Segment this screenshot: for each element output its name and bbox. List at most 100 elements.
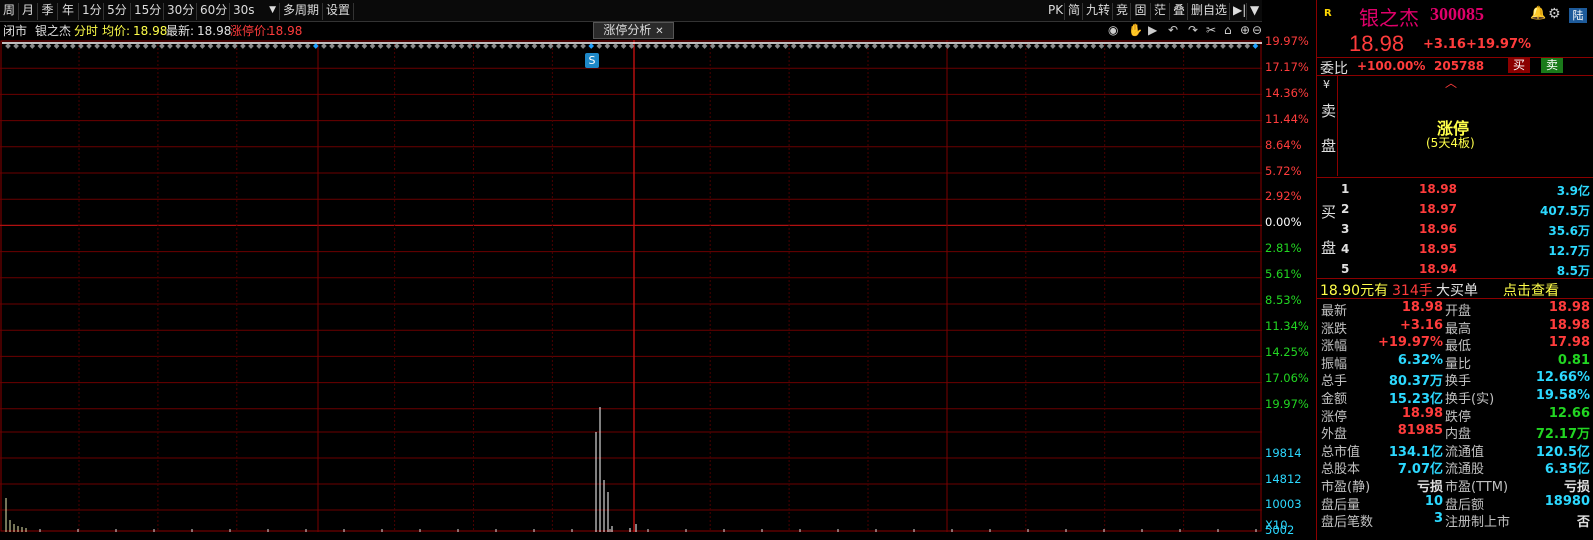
- stat-value: 18.98: [1548, 300, 1590, 315]
- stat-value: 80.37万: [1388, 374, 1443, 390]
- period-month[interactable]: 月: [19, 3, 38, 20]
- limit-marker: [499, 43, 505, 49]
- stat-label: 涨停: [1321, 409, 1348, 425]
- stat-label: 市盈(静): [1321, 480, 1371, 495]
- limit-marker: [240, 43, 246, 49]
- s-marker[interactable]: S: [585, 53, 599, 68]
- pct-axis-label: 8.64%: [1265, 137, 1302, 152]
- limit-marker: [734, 43, 740, 49]
- limit-marker: [13, 43, 19, 49]
- zoom-in-icon[interactable]: ⊕: [1240, 23, 1250, 37]
- close-icon[interactable]: ✕: [655, 26, 663, 37]
- limit-marker: [175, 43, 181, 49]
- limit-marker: [507, 43, 514, 49]
- settings-button[interactable]: 设置: [323, 3, 354, 20]
- stat-value: 134.1亿: [1388, 444, 1443, 460]
- hand-icon[interactable]: ✋: [1128, 23, 1143, 37]
- period-30s-dropdown[interactable]: 30s ▼: [230, 3, 280, 20]
- zt-analysis-tab[interactable]: 涨停分析 ✕: [593, 22, 674, 39]
- limit-marker: [1082, 43, 1089, 49]
- stat-value: 18.98: [1401, 300, 1443, 315]
- redo-icon[interactable]: ↷: [1188, 23, 1198, 37]
- menu-dropdown-icon[interactable]: ▼: [1247, 3, 1262, 20]
- weibi-pct: +100.00%: [1357, 59, 1426, 73]
- limit-marker: [928, 43, 935, 49]
- limit-marker: [110, 43, 117, 49]
- stack-button[interactable]: 叠: [1170, 3, 1188, 20]
- limit-marker: [410, 43, 416, 49]
- limit-marker: [29, 43, 36, 49]
- limit-marker: [693, 43, 700, 49]
- limit-marker: [1001, 43, 1008, 49]
- play-icon[interactable]: ▶: [1148, 23, 1157, 37]
- sell-side-label2: 盘: [1321, 137, 1337, 155]
- stat-label: 市盈(TTM): [1445, 480, 1509, 495]
- pk-button[interactable]: PK: [1045, 3, 1065, 20]
- limit-marker: [483, 43, 489, 49]
- period-30m[interactable]: 30分: [164, 3, 197, 20]
- zoom-out-icon[interactable]: ⊖: [1252, 23, 1262, 37]
- intraday-chart[interactable]: [0, 40, 1262, 532]
- limit-marker: [896, 43, 902, 49]
- limit-marker: [1050, 43, 1056, 49]
- scissors-icon[interactable]: ✂: [1206, 23, 1216, 37]
- limit-marker: [353, 43, 360, 49]
- big-order-link[interactable]: 点击查看: [1503, 280, 1559, 300]
- stat-label: 最低: [1445, 339, 1472, 355]
- chevron-up-icon[interactable]: ︿: [1445, 74, 1457, 91]
- stock-name: 银之杰: [1359, 8, 1419, 30]
- limit-marker: [645, 43, 651, 49]
- limit-marker: [191, 43, 198, 49]
- limit-marker: [1171, 43, 1178, 49]
- limit-marker: [329, 43, 335, 49]
- limit-marker: [5, 43, 11, 49]
- limit-marker: [474, 43, 481, 49]
- pct-axis-label: 19.97%: [1265, 396, 1309, 411]
- fixed-button[interactable]: 固: [1131, 3, 1151, 20]
- pct-axis-label: 11.44%: [1265, 111, 1309, 126]
- nine-turn-button[interactable]: 九转: [1083, 3, 1113, 20]
- limit-marker: [1252, 43, 1259, 49]
- bell-icon[interactable]: 🔔: [1530, 6, 1546, 21]
- limit-marker: [580, 43, 586, 49]
- collapse-panel-icon[interactable]: ▶|: [1230, 3, 1247, 20]
- buy-button[interactable]: 买: [1508, 58, 1530, 73]
- lock-icon[interactable]: ⌂: [1224, 23, 1232, 37]
- limit-marker: [53, 43, 60, 49]
- stock-name-label: 银之杰: [35, 24, 72, 38]
- period-15m[interactable]: 15分: [131, 3, 164, 20]
- limit-up-streak: (5天4板): [1426, 136, 1475, 150]
- period-1m[interactable]: 1分: [79, 3, 104, 20]
- buy-level-num: 5: [1341, 262, 1350, 276]
- undo-icon[interactable]: ↶: [1168, 23, 1178, 37]
- limit-marker: [458, 43, 465, 49]
- overlay-button[interactable]: 茫: [1151, 3, 1170, 20]
- delete-watchlist-button[interactable]: 删自选: [1188, 3, 1230, 20]
- limit-marker: [539, 43, 546, 49]
- limit-marker: [596, 43, 603, 49]
- pct-axis-label: 0.00%: [1265, 215, 1302, 230]
- limit-marker: [61, 43, 68, 49]
- eye-icon[interactable]: ◉: [1108, 23, 1118, 37]
- limit-marker: [442, 43, 449, 49]
- stat-value: 7.07亿: [1397, 462, 1443, 478]
- limit-marker: [1122, 43, 1129, 49]
- period-60m[interactable]: 60分: [197, 3, 230, 20]
- avg-price-label: 均价:: [102, 24, 131, 38]
- period-5m[interactable]: 5分: [104, 3, 131, 20]
- stat-label: 开盘: [1445, 304, 1472, 319]
- period-week[interactable]: 周: [0, 3, 19, 20]
- simple-button[interactable]: 简: [1065, 3, 1083, 20]
- period-quarter[interactable]: 季: [38, 3, 58, 20]
- pct-axis-label: 17.17%: [1265, 59, 1309, 74]
- stat-value: 0.81: [1557, 352, 1590, 368]
- limit-marker: [207, 43, 214, 49]
- settings-gear-icon[interactable]: ⚙: [1548, 6, 1561, 22]
- limit-marker: [677, 43, 684, 49]
- stat-label: 总手: [1321, 374, 1348, 390]
- limit-marker: [377, 43, 384, 49]
- multi-period-button[interactable]: 多周期: [280, 3, 323, 20]
- period-year[interactable]: 年: [58, 3, 79, 20]
- sell-button[interactable]: 卖: [1541, 58, 1563, 73]
- auction-button[interactable]: 竞: [1113, 3, 1131, 20]
